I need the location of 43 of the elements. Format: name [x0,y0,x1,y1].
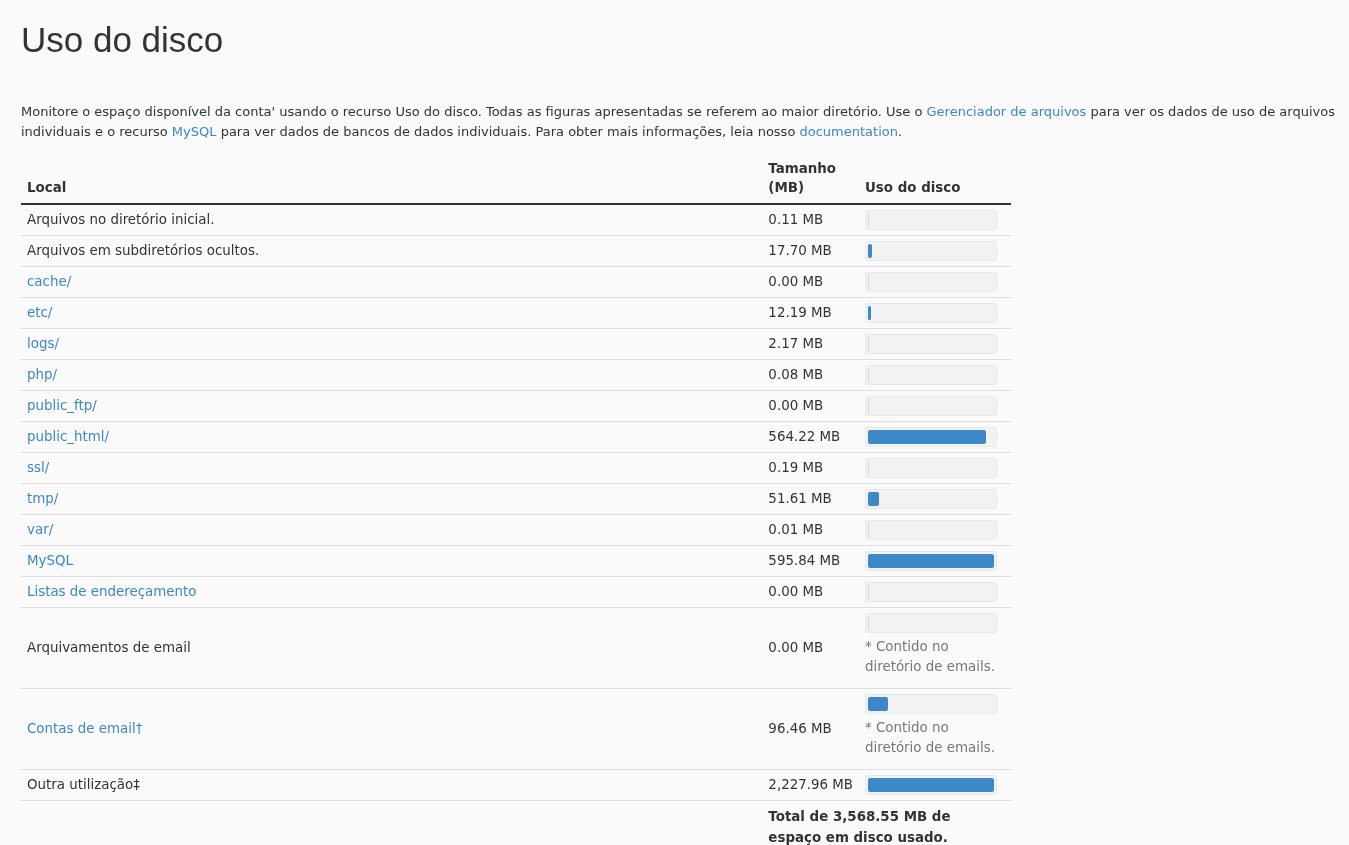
location-text: Outra utilização‡ [27,776,140,792]
page-title: Uso do disco [21,19,225,61]
size-text: 17.70 MB [768,242,832,258]
location-link[interactable]: ssl/ [27,459,50,475]
size-text: 0.11 MB [768,211,824,227]
size-text: 2.17 MB [768,335,824,351]
location-link[interactable]: etc/ [27,304,53,320]
size-text: 0.08 MB [768,366,824,382]
location-link[interactable]: logs/ [27,335,59,351]
size-text: 595.84 MB [768,552,841,568]
column-header: Tamanho (MB) [762,154,859,204]
total-text: Total de 3,568.55 MB de espaço em disco usado. [768,808,952,845]
column-header: Uso do disco [859,154,1011,204]
location-text: Arquivos no diretório inicial. [27,211,215,227]
size-text: 2,227.96 MB [768,776,853,792]
size-text: 0.01 MB [768,521,824,537]
size-text: 0.19 MB [768,459,824,475]
description-link[interactable]: MySQL [171,124,217,139]
size-text: 0.00 MB [768,397,824,413]
size-text: 0.00 MB [768,583,824,599]
location-link[interactable]: tmp/ [27,490,59,506]
location-link[interactable]: Listas de endereçamento [27,583,197,599]
location-text: Arquivos em subdiretórios ocultos. [27,242,260,258]
location-link[interactable]: public_html/ [27,428,109,444]
location-link[interactable]: cache/ [27,273,72,289]
size-text: 96.46 MB [768,720,832,736]
size-text: 51.61 MB [768,490,832,506]
location-link[interactable]: var/ [27,521,54,537]
location-link[interactable]: Contas de email† [27,720,143,736]
size-text: 0.00 MB [768,273,824,289]
description-link[interactable]: documentation [799,124,898,139]
note-text: * Contido no diretório de emails. [865,719,996,757]
size-text: 564.22 MB [768,428,841,444]
location-link[interactable]: public_ftp/ [27,397,97,413]
location-text: Arquivamentos de email [27,639,191,655]
location-link[interactable]: MySQL [27,552,73,568]
size-text: 12.19 MB [768,304,832,320]
description-paragraph: Monitore o espaço disponível da conta' usando o recurso Uso do disco. Todas as figuras apresentadas se referem ao maior diretório. Use o Gerenciador de arquivos para ver os dados de uso de arquivos individuais e o recurso MySQL para ver dados de bancos de dados individuais. Para obter mais informações, leia nosso documentation. [21,103,1336,141]
location-link[interactable]: php/ [27,366,57,382]
column-header: Local [21,154,763,204]
description-link[interactable]: Gerenciador de arquivos [926,104,1087,119]
note-text: * Contido no diretório de emails. [865,638,996,676]
size-text: 0.00 MB [768,639,824,655]
